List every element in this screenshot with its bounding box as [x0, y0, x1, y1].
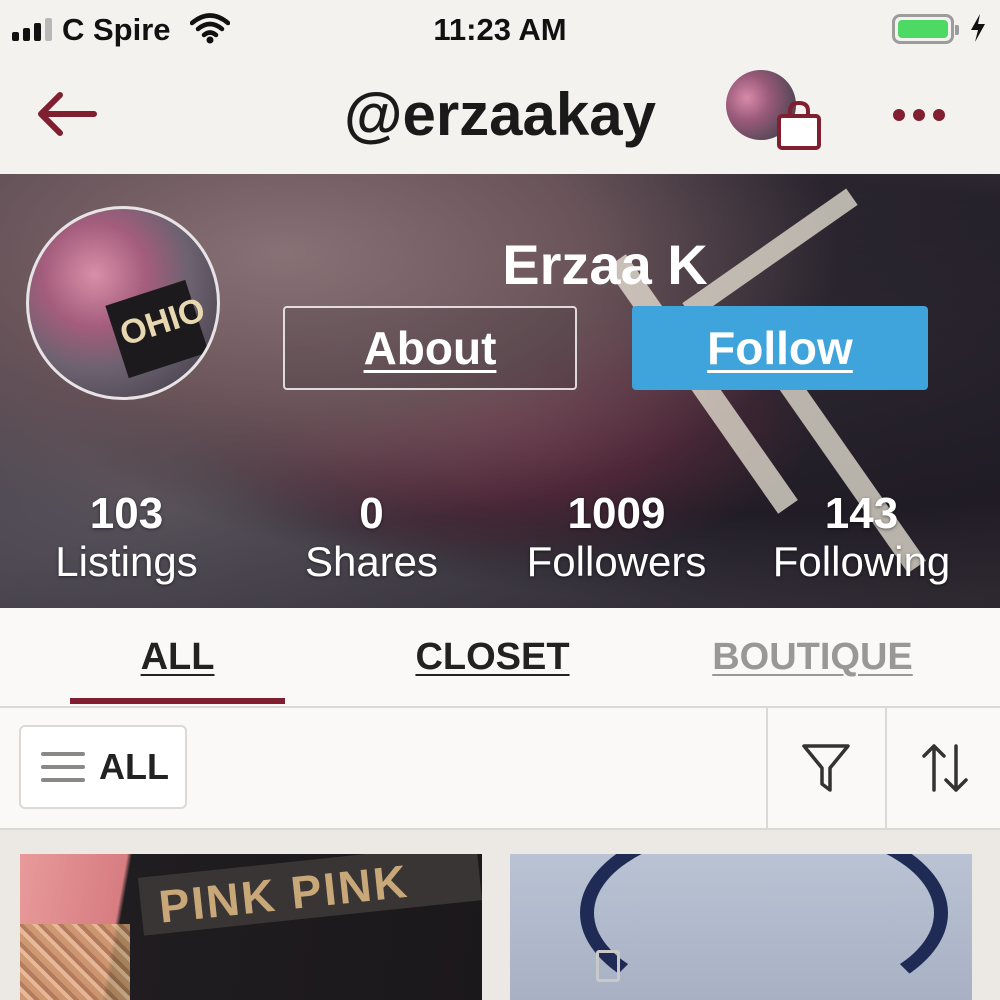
closet-tabs: ALL CLOSET BOUTIQUE: [0, 608, 1000, 708]
stat-value: 0: [359, 489, 384, 538]
menu-lines-icon: [41, 752, 85, 782]
profile-avatar[interactable]: OHIO: [26, 206, 220, 400]
category-dropdown[interactable]: ALL: [19, 725, 187, 809]
listing-image-text: PINK PINK: [156, 854, 411, 933]
wifi-icon: [190, 13, 230, 44]
stat-following[interactable]: 143 Following: [739, 490, 984, 586]
stat-listings[interactable]: 103 Listings: [4, 490, 249, 586]
sort-arrows-icon[interactable]: [920, 742, 970, 794]
tab-all-label: ALL: [140, 635, 215, 678]
category-label: ALL: [99, 746, 169, 787]
follow-button[interactable]: Follow: [632, 306, 928, 390]
listing-card[interactable]: [510, 854, 972, 1000]
stat-value: 143: [824, 489, 899, 538]
page-title: @erzaakay: [0, 80, 1000, 149]
divider: [766, 708, 768, 828]
stat-value: 1009: [567, 489, 666, 538]
display-name: Erzaa K: [502, 233, 708, 296]
status-bar: C Spire 11:23 AM: [0, 0, 1000, 58]
nav-bar: @erzaakay: [0, 58, 1000, 174]
stat-followers[interactable]: 1009 Followers: [494, 490, 739, 586]
shopping-bag-icon[interactable]: [774, 100, 824, 152]
stat-label: Following: [772, 538, 951, 585]
avatar-shirt-text: OHIO: [115, 290, 210, 354]
more-dots-icon[interactable]: [890, 106, 948, 124]
profile-header: OHIO Erzaa K About Follow 103 Listings 0…: [0, 174, 1000, 608]
active-tab-indicator: [70, 698, 285, 704]
back-arrow-icon[interactable]: [36, 90, 98, 138]
battery-icon: [892, 14, 959, 44]
about-button-label: About: [363, 322, 497, 374]
follow-button-label: Follow: [707, 322, 853, 374]
filter-bar: ALL: [0, 708, 1000, 830]
stat-shares[interactable]: 0 Shares: [249, 490, 494, 586]
signal-strength-icon: [12, 18, 52, 41]
stat-label: Shares: [304, 538, 439, 585]
about-button[interactable]: About: [283, 306, 577, 390]
tab-boutique-label: BOUTIQUE: [712, 635, 913, 678]
tab-all[interactable]: ALL: [70, 608, 285, 706]
stat-value: 103: [89, 489, 164, 538]
listings-grid: PINK PINK: [0, 830, 1000, 1000]
tab-closet[interactable]: CLOSET: [385, 608, 600, 706]
tab-boutique[interactable]: BOUTIQUE: [690, 608, 935, 706]
filter-icon[interactable]: [800, 742, 852, 794]
carrier-name: C Spire: [62, 12, 171, 47]
stat-label: Listings: [55, 538, 198, 585]
listing-card[interactable]: PINK PINK: [20, 854, 482, 1000]
divider: [885, 708, 887, 828]
username-title: @erzaakay: [343, 81, 657, 148]
stat-label: Followers: [526, 538, 707, 585]
charging-bolt-icon: [971, 14, 985, 42]
tab-closet-label: CLOSET: [415, 635, 570, 678]
